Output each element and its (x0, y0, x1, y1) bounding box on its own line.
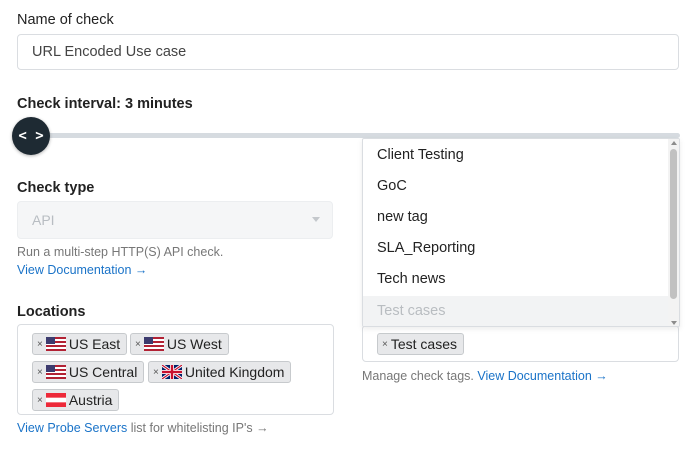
check-interval-slider-handle[interactable]: < > (12, 117, 50, 155)
view-probe-servers-link[interactable]: View Probe Servers (17, 421, 127, 435)
us-flag-icon (143, 337, 164, 351)
locations-label: Locations (17, 304, 86, 320)
tags-help: Manage check tags. View Documentation → (362, 369, 608, 383)
remove-chip-icon[interactable]: × (37, 367, 43, 378)
tag-option-client-testing[interactable]: Client Testing (363, 140, 669, 171)
check-type-doc-link[interactable]: View Documentation → (17, 263, 147, 277)
tag-option-new-tag[interactable]: new tag (363, 202, 669, 233)
scroll-up-icon[interactable] (671, 141, 677, 145)
tag-option-sla-reporting[interactable]: SLA_Reporting (363, 233, 669, 264)
location-chip-us-west: × US West (130, 333, 229, 355)
location-chip-label: US West (166, 336, 222, 352)
tag-option-goc[interactable]: GoC (363, 171, 669, 202)
dropdown-scrollbar[interactable] (668, 139, 679, 326)
check-type-select: API (17, 201, 333, 239)
check-interval-label: Check interval: 3 minutes (17, 96, 193, 112)
check-type-value: API (32, 212, 55, 228)
tag-chip-test-cases: × Test cases (377, 333, 464, 355)
check-type-label: Check type (17, 180, 95, 196)
location-chip-label: US East (68, 336, 121, 352)
us-flag-icon (45, 337, 66, 351)
name-of-check-label: Name of check (17, 12, 114, 28)
dropdown-scrollbar-thumb[interactable] (670, 149, 677, 299)
locations-multiselect[interactable]: × US East × US West × US Central × Unite… (17, 324, 334, 415)
tags-multiselect[interactable]: × Test cases (362, 325, 679, 362)
location-chip-label: US Central (68, 364, 138, 380)
tags-doc-link[interactable]: View Documentation → (477, 369, 607, 383)
caret-down-icon (312, 217, 320, 222)
location-chip-austria: × Austria (32, 389, 120, 411)
tags-dropdown-list[interactable]: Client Testing GoC new tag SLA_Reporting… (362, 138, 680, 327)
location-chip-label: United Kingdom (184, 364, 285, 380)
tag-option-test-cases[interactable]: Test cases (363, 296, 669, 326)
austria-flag-icon (45, 393, 66, 407)
remove-chip-icon[interactable]: × (153, 367, 159, 378)
probe-servers-help-text: list for whitelisting IP's → (127, 421, 269, 435)
location-chip-united-kingdom: × United Kingdom (148, 361, 292, 383)
uk-flag-icon (161, 365, 182, 379)
probe-servers-help: View Probe Servers list for whitelisting… (17, 421, 269, 435)
location-chip-label: Austria (68, 392, 113, 408)
remove-chip-icon[interactable]: × (37, 395, 43, 406)
remove-chip-icon[interactable]: × (135, 339, 141, 350)
remove-chip-icon[interactable]: × (37, 339, 43, 350)
remove-chip-icon[interactable]: × (382, 339, 388, 350)
location-chip-us-central: × US Central (32, 361, 145, 383)
check-type-help: Run a multi-step HTTP(S) API check. (17, 245, 224, 259)
location-chip-us-east: × US East (32, 333, 128, 355)
scroll-down-icon[interactable] (671, 321, 677, 325)
name-of-check-input[interactable] (17, 34, 679, 70)
tag-chip-label: Test cases (390, 336, 457, 352)
tags-help-text: Manage check tags. (362, 369, 478, 383)
us-flag-icon (45, 365, 66, 379)
tag-option-tech-news[interactable]: Tech news (363, 264, 669, 295)
code-arrows-icon: < > (18, 128, 44, 144)
